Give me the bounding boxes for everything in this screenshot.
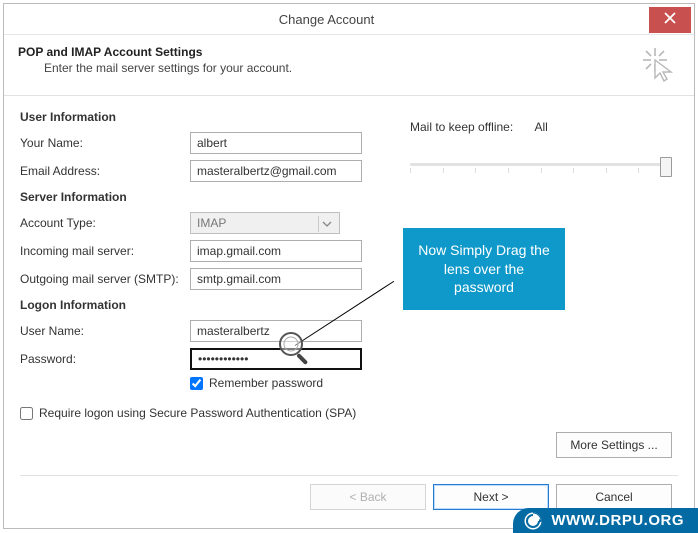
section-user-info: User Information: [20, 110, 400, 124]
outgoing-server-input[interactable]: [190, 268, 362, 290]
separator: [20, 475, 678, 476]
remember-password-label: Remember password: [209, 376, 323, 390]
label-account-type: Account Type:: [20, 216, 190, 230]
account-type-value: IMAP: [197, 216, 226, 230]
window-title: Change Account: [4, 12, 649, 27]
close-icon: [664, 12, 676, 28]
more-settings-button[interactable]: More Settings ...: [556, 432, 672, 458]
section-server-info: Server Information: [20, 190, 400, 204]
username-input[interactable]: [190, 320, 362, 342]
slider-track: [410, 163, 672, 166]
chevron-down-icon: [318, 216, 335, 232]
cursor-star-icon: [640, 45, 680, 85]
titlebar: Change Account: [4, 4, 694, 35]
label-email: Email Address:: [20, 164, 190, 178]
mail-to-keep-row: Mail to keep offline: All: [410, 120, 678, 134]
close-button[interactable]: [649, 7, 691, 33]
section-logon-info: Logon Information: [20, 298, 400, 312]
spa-checkbox[interactable]: Require logon using Secure Password Auth…: [20, 406, 370, 420]
cancel-button[interactable]: Cancel: [556, 484, 672, 510]
label-incoming-server: Incoming mail server:: [20, 244, 190, 258]
label-username: User Name:: [20, 324, 190, 338]
mail-to-keep-value: All: [535, 120, 548, 134]
footer-buttons: < Back Next > Cancel: [310, 484, 672, 510]
label-password: Password:: [20, 352, 190, 366]
header-subtitle: Enter the mail server settings for your …: [44, 61, 640, 75]
password-input[interactable]: [190, 348, 362, 370]
watermark: WWW.DRPU.ORG: [513, 508, 698, 533]
slider-ticks: [410, 168, 672, 173]
email-input[interactable]: [190, 160, 362, 182]
mail-to-keep-slider[interactable]: [410, 154, 672, 178]
account-type-select: IMAP: [190, 212, 340, 234]
watermark-text: WWW.DRPU.ORG: [551, 512, 684, 529]
label-outgoing-server: Outgoing mail server (SMTP):: [20, 272, 190, 286]
remember-password-box[interactable]: [190, 377, 203, 390]
incoming-server-input[interactable]: [190, 240, 362, 262]
remember-password-checkbox[interactable]: Remember password: [190, 376, 400, 390]
next-button[interactable]: Next >: [433, 484, 549, 510]
your-name-input[interactable]: [190, 132, 362, 154]
mail-to-keep-label: Mail to keep offline:: [410, 120, 513, 134]
slider-thumb[interactable]: [660, 157, 672, 177]
header-band: POP and IMAP Account Settings Enter the …: [4, 35, 694, 96]
dialog-body: User Information Your Name: Email Addres…: [4, 96, 694, 426]
label-your-name: Your Name:: [20, 136, 190, 150]
spa-label: Require logon using Secure Password Auth…: [39, 406, 356, 420]
instruction-callout: Now Simply Drag the lens over the passwo…: [403, 228, 565, 310]
header-title: POP and IMAP Account Settings: [18, 45, 640, 59]
spa-box[interactable]: [20, 407, 33, 420]
back-button: < Back: [310, 484, 426, 510]
